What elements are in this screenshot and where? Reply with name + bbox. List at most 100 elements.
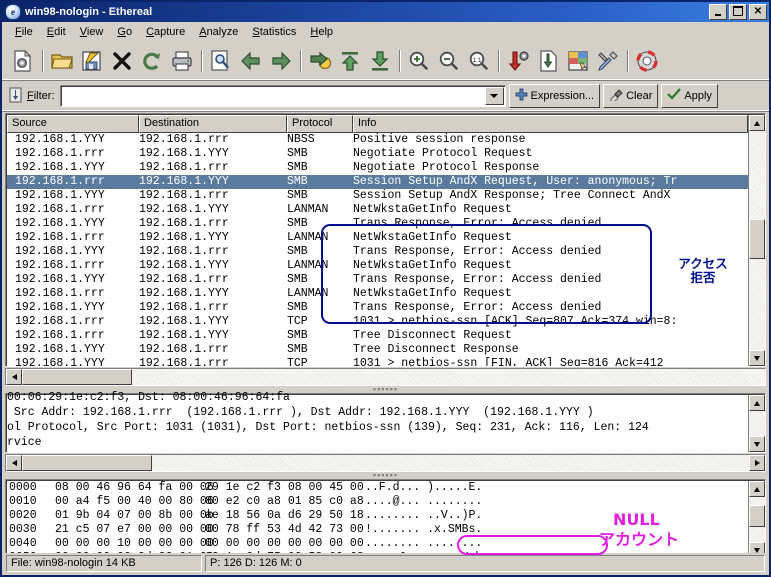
coloring-rules-icon[interactable] [563, 45, 593, 77]
filter-combo[interactable] [59, 85, 506, 107]
hex-offset: 0010 [9, 495, 37, 508]
packet-row[interactable]: 192.168.1.rrr 192.168.1.YYY LANMAN NetWksta… [7, 203, 748, 217]
go-forward-icon[interactable] [266, 45, 296, 77]
find-packet-icon[interactable] [206, 45, 236, 77]
packet-row[interactable]: 192.168.1.YYY 192.168.1.rrr SMB Tree Discon… [7, 343, 748, 357]
menu-help[interactable]: Help [303, 24, 340, 40]
scroll-up-button[interactable] [749, 115, 765, 131]
go-to-last-packet-icon[interactable] [365, 45, 395, 77]
menu-accel: V [79, 25, 87, 38]
column-header-destination[interactable]: Destination [139, 115, 287, 133]
scroll-right-button[interactable] [749, 455, 765, 471]
hex-dump[interactable]: 0000 08 00 46 96 64 fa 00 06 29 1e c2 f3 0… [7, 481, 748, 558]
packet-row[interactable]: 192.168.1.YYY 192.168.1.rrr SMB Session Set… [7, 189, 748, 203]
preferences-icon[interactable] [593, 45, 623, 77]
packet-row[interactable]: 192.168.1.rrr 192.168.1.YYY LANMAN NetWksta… [7, 287, 748, 301]
detail-vertical-scrollbar[interactable] [748, 395, 765, 452]
hex-bytes-left: 08 00 46 96 64 fa 00 06 [55, 481, 214, 494]
zoom-out-icon[interactable] [434, 45, 464, 77]
go-to-first-packet-icon[interactable] [335, 45, 365, 77]
scroll-track[interactable] [749, 131, 765, 350]
hex-row[interactable]: 0040 00 00 00 10 00 00 00 00 00 00 00 00 0… [9, 537, 748, 551]
menu-analyze[interactable]: Analyze [192, 24, 245, 40]
scroll-thumb[interactable] [22, 369, 132, 385]
expression-button[interactable]: Expression... [508, 84, 601, 108]
menu-file[interactable]: File [8, 24, 40, 40]
pane-splitter-bottom[interactable]: ▪▪▪▪▪▪ [2, 471, 769, 480]
packet-row[interactable]: 192.168.1.YYY 192.168.1.rrr TCP 1031 > netb… [7, 357, 748, 366]
scroll-thumb[interactable] [749, 219, 765, 259]
go-to-packet-icon[interactable] [305, 45, 335, 77]
scroll-up-button[interactable] [749, 481, 765, 497]
packet-row[interactable]: 192.168.1.YYY 192.168.1.rrr SMB Trans Respo… [7, 273, 748, 287]
menu-capture[interactable]: Capture [139, 24, 192, 40]
filter-label-group[interactable]: Filter: [6, 87, 57, 106]
packet-row[interactable]: 192.168.1.YYY 192.168.1.rrr SMB Trans Respo… [7, 301, 748, 315]
detail-line[interactable]: ol Protocol, Src Port: 1031 (1031), Dst … [7, 420, 748, 435]
print-icon[interactable] [167, 45, 197, 77]
filter-input[interactable] [60, 86, 484, 106]
menu-edit[interactable]: Edit [40, 24, 73, 40]
scroll-thumb[interactable] [22, 455, 152, 471]
detail-line[interactable]: rvice [7, 435, 748, 450]
packet-row[interactable]: 192.168.1.YYY 192.168.1.rrr SMB Trans Respo… [7, 245, 748, 259]
capture-filters-icon[interactable] [503, 45, 533, 77]
packet-row[interactable]: 192.168.1.rrr 192.168.1.YYY LANMAN NetWksta… [7, 231, 748, 245]
packet-list-body[interactable]: 192.168.1.YYY 192.168.1.rrr NBSS Positive s… [7, 133, 748, 366]
maximize-button[interactable] [729, 4, 747, 20]
packet-row[interactable]: 192.168.1.rrr 192.168.1.YYY TCP 1031 > netb… [7, 315, 748, 329]
column-header-source[interactable]: Source [7, 115, 139, 133]
packet-detail-tree[interactable]: 00:06:29:1e:c2:f3, Dst: 08:00:46:96:64:f… [7, 390, 748, 452]
scroll-up-button[interactable] [749, 395, 765, 411]
packet-row[interactable]: 192.168.1.rrr 192.168.1.YYY SMB Session Set… [7, 175, 748, 189]
packet-row[interactable]: 192.168.1.rrr 192.168.1.YYY SMB Tree Discon… [7, 329, 748, 343]
apply-button[interactable]: Apply [661, 84, 718, 108]
zoom-normal-icon[interactable]: 1:1 [464, 45, 494, 77]
hex-row[interactable]: 0020 01 9b 04 07 00 8b 00 0b ae 18 56 0a d… [9, 509, 748, 523]
close-file-icon[interactable] [107, 45, 137, 77]
hex-vertical-scrollbar[interactable] [748, 481, 765, 558]
minimize-button[interactable] [709, 4, 727, 20]
close-button[interactable]: ✕ [749, 4, 767, 20]
packet-info: Trans Response, Error: Access denied [353, 273, 602, 286]
packet-row[interactable]: 192.168.1.YYY 192.168.1.rrr NBSS Positive s… [7, 133, 748, 147]
detail-line[interactable]: 00:06:29:1e:c2:f3, Dst: 08:00:46:96:64:f… [7, 390, 748, 405]
scroll-down-button[interactable] [749, 436, 765, 452]
packet-row[interactable]: 192.168.1.YYY 192.168.1.rrr SMB Negotiate P… [7, 161, 748, 175]
display-filters-icon[interactable] [533, 45, 563, 77]
scroll-left-button[interactable] [6, 455, 22, 471]
scroll-thumb[interactable] [749, 505, 765, 527]
help-icon[interactable] [632, 45, 662, 77]
packet-info: Tree Disconnect Request [353, 329, 512, 342]
reload-icon[interactable] [137, 45, 167, 77]
scroll-track[interactable] [749, 411, 765, 436]
scroll-track[interactable] [132, 369, 765, 385]
scroll-down-button[interactable] [749, 350, 765, 366]
save-as-icon[interactable] [77, 45, 107, 77]
new-capture-options-icon[interactable] [8, 45, 38, 77]
toolbar-separator [300, 50, 301, 72]
packet-row[interactable]: 192.168.1.rrr 192.168.1.YYY LANMAN NetWksta… [7, 259, 748, 273]
menu-go[interactable]: Go [110, 24, 139, 40]
go-back-icon[interactable] [236, 45, 266, 77]
column-header-protocol[interactable]: Protocol [287, 115, 353, 133]
menu-statistics[interactable]: Statistics [245, 24, 303, 40]
open-file-icon[interactable] [47, 45, 77, 77]
packet-row[interactable]: 192.168.1.YYY 192.168.1.rrr SMB Trans Respo… [7, 217, 748, 231]
hex-bytes-left: 21 c5 07 e7 00 00 00 00 [55, 523, 214, 536]
hex-row[interactable]: 0010 00 a4 f5 00 40 00 80 06 80 e2 c0 a8 0… [9, 495, 748, 509]
detail-line[interactable]: Src Addr: 192.168.1.rrr (192.168.1.rrr )… [7, 405, 748, 420]
packet-list-vertical-scrollbar[interactable] [748, 115, 765, 366]
zoom-in-icon[interactable] [404, 45, 434, 77]
scroll-track[interactable] [749, 497, 765, 542]
filter-bookmark-icon[interactable] [8, 87, 24, 106]
filter-dropdown-button[interactable] [484, 87, 504, 105]
scroll-track[interactable] [152, 455, 749, 471]
packet-row[interactable]: 192.168.1.rrr 192.168.1.YYY SMB Negotiate P… [7, 147, 748, 161]
menu-view[interactable]: View [73, 24, 111, 40]
hex-row[interactable]: 0000 08 00 46 96 64 fa 00 06 29 1e c2 f3 0… [9, 481, 748, 495]
clear-button[interactable]: Clear [603, 84, 659, 108]
scroll-left-button[interactable] [6, 369, 22, 385]
column-header-info[interactable]: Info [353, 115, 748, 133]
hex-row[interactable]: 0030 21 c5 07 e7 00 00 00 00 00 78 ff 53 4… [9, 523, 748, 537]
